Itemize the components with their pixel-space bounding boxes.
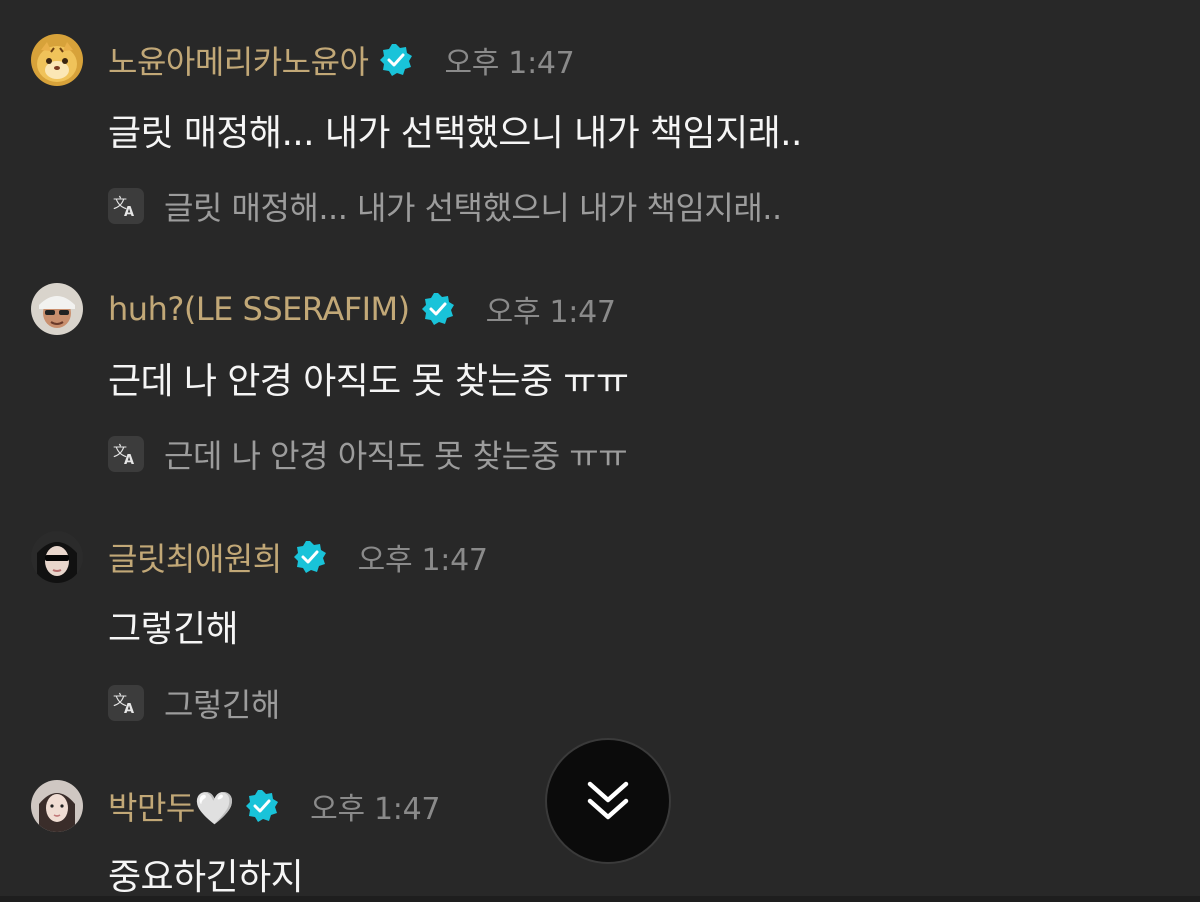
translate-icon[interactable]: 文A (108, 188, 144, 224)
avatar[interactable] (31, 780, 83, 832)
translation-text: 글릿 매정해... 내가 선택했으니 내가 책임지래.. (164, 189, 782, 227)
person-with-sunglasses-avatar (31, 531, 83, 583)
translate-icon[interactable]: 文A (108, 685, 144, 721)
message-text: 그렇긴해 (108, 609, 239, 650)
svg-text:A: A (124, 453, 134, 467)
bottom-edge (0, 896, 1200, 902)
person-with-hat-avatar (31, 283, 83, 335)
translation-text: 그렇긴해 (164, 686, 280, 724)
username[interactable]: 글릿최애원희 (108, 534, 282, 580)
message-header: huh?(LE SSERAFIM) 오후 1:47 (108, 283, 616, 335)
verified-badge-icon (420, 291, 456, 327)
svg-text:A: A (124, 205, 134, 219)
scroll-to-bottom-button[interactable] (547, 740, 669, 862)
verified-badge-icon (244, 788, 280, 824)
message-header: 글릿최애원희 오후 1:47 (108, 531, 488, 583)
message-text: 근데 나 안경 아직도 못 찾는중 ㅠㅠ (108, 361, 629, 402)
translation-row: 文A 글릿 매정해... 내가 선택했으니 내가 책임지래.. (108, 187, 782, 227)
avatar[interactable] (31, 283, 83, 335)
translation-row: 文A 근데 나 안경 아직도 못 찾는중 ㅠㅠ (108, 435, 628, 475)
verified-badge-icon (378, 42, 414, 78)
message-header: 박만두🤍 오후 1:47 (108, 780, 440, 832)
translate-icon[interactable]: 文A (108, 436, 144, 472)
verified-badge-icon (292, 539, 328, 575)
translation-text: 근데 나 안경 아직도 못 찾는중 ㅠㅠ (164, 437, 628, 475)
svg-text:A: A (124, 702, 134, 716)
translation-row: 文A 그렇긴해 (108, 684, 280, 724)
avatar[interactable] (31, 531, 83, 583)
timestamp: 오후 1:47 (444, 46, 575, 81)
username[interactable]: huh?(LE SSERAFIM) (108, 290, 410, 328)
long-hair-person-avatar (31, 780, 83, 832)
tiger-cartoon-avatar (31, 34, 83, 86)
message-text: 글릿 매정해... 내가 선택했으니 내가 책임지래.. (108, 113, 802, 154)
avatar[interactable] (31, 34, 83, 86)
message-header: 노윤아메리카노윤아 오후 1:47 (108, 34, 575, 86)
chat-feed[interactable]: 노윤아메리카노윤아 오후 1:47 글릿 매정해... 내가 선택했으니 내가 … (0, 0, 1200, 896)
double-chevron-down-icon (587, 781, 629, 820)
username[interactable]: 박만두🤍 (108, 783, 235, 829)
timestamp: 오후 1:47 (485, 295, 616, 330)
timestamp: 오후 1:47 (357, 543, 488, 578)
message-text: 중요하긴하지 (108, 857, 304, 896)
timestamp: 오후 1:47 (310, 792, 441, 827)
username[interactable]: 노윤아메리카노윤아 (108, 37, 369, 83)
